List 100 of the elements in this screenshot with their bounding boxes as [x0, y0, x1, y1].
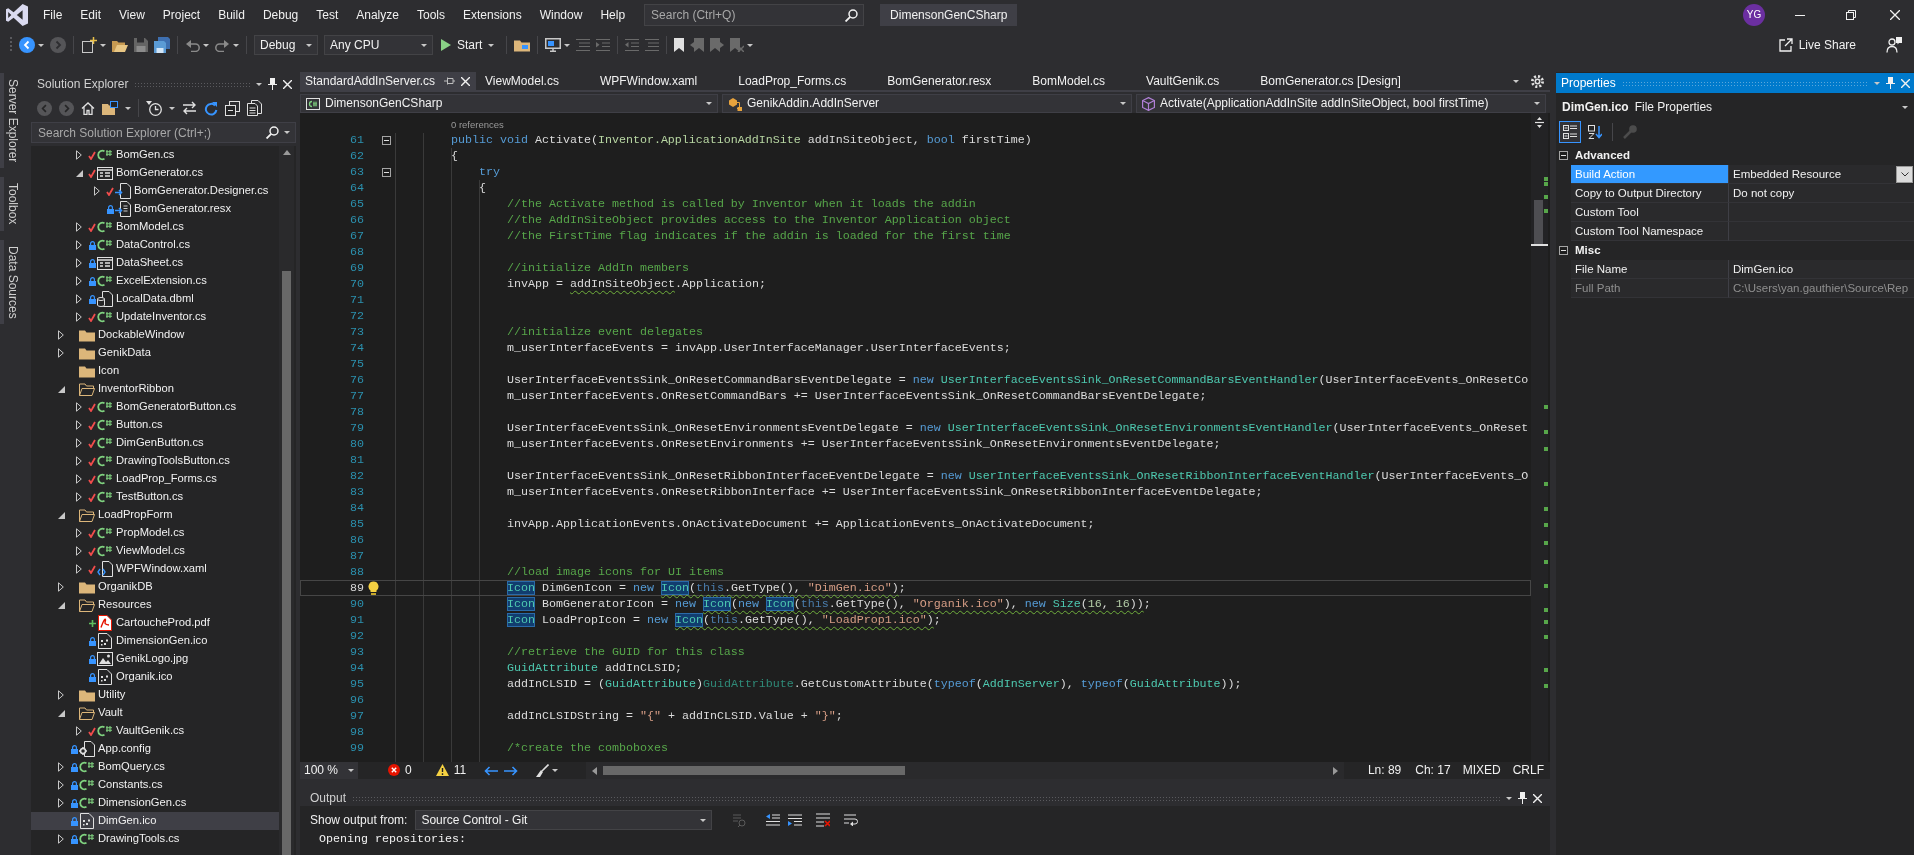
dropdown-caret-icon[interactable] — [1506, 796, 1512, 800]
undo-icon[interactable] — [185, 38, 200, 52]
next-message-icon[interactable] — [788, 814, 803, 826]
tree-item[interactable]: Vault — [31, 704, 279, 722]
expand-arrow-icon[interactable] — [76, 546, 82, 556]
side-tab[interactable]: Data Sources — [0, 239, 22, 325]
tree-item[interactable]: LoadProp_Forms.cs — [31, 470, 279, 488]
side-tab[interactable]: Server Explorer — [0, 73, 22, 169]
collapse-block-icon[interactable] — [1559, 246, 1568, 255]
indent-icon[interactable] — [596, 39, 611, 51]
collapse-block-icon[interactable] — [382, 167, 391, 177]
restore-icon[interactable] — [1846, 10, 1856, 20]
expand-arrow-icon[interactable] — [58, 690, 64, 700]
pin-icon[interactable] — [444, 77, 456, 85]
platform-dropdown[interactable]: Any CPU — [324, 35, 433, 55]
menu-item[interactable]: Help — [591, 7, 635, 23]
tree-item[interactable]: BomModel.cs — [31, 218, 279, 236]
tree-item[interactable]: DrawingTools.cs — [31, 830, 279, 848]
property-name[interactable]: Custom Tool Namespace — [1571, 222, 1729, 241]
tree-item[interactable]: PropModel.cs — [31, 524, 279, 542]
menu-item[interactable]: View — [110, 7, 154, 23]
user-avatar[interactable]: YG — [1743, 4, 1765, 26]
scroll-up-icon[interactable] — [282, 150, 291, 155]
scroll-right-icon[interactable] — [1332, 766, 1338, 775]
codelens-link[interactable]: 0 references — [451, 117, 504, 132]
tree-item[interactable]: InventorRibbon — [31, 380, 279, 398]
dropdown-caret-icon[interactable] — [100, 43, 106, 47]
pin-icon[interactable] — [268, 78, 277, 90]
horizontal-scrollbar[interactable] — [586, 762, 1344, 779]
dropdown-caret-icon[interactable] — [169, 106, 175, 110]
expand-arrow-icon[interactable] — [94, 186, 100, 196]
back-arrow-icon[interactable] — [484, 765, 499, 776]
collapse-block-icon[interactable] — [382, 135, 391, 145]
tree-item[interactable]: CartoucheProd.pdf — [31, 614, 279, 632]
lightbulb-icon[interactable] — [367, 581, 379, 595]
expand-arrow-icon[interactable] — [76, 438, 82, 448]
menu-item[interactable]: Test — [307, 7, 348, 23]
clock-filter-icon[interactable] — [146, 100, 162, 116]
expand-arrow-icon[interactable] — [76, 150, 82, 160]
tree-item[interactable]: TestButton.cs — [31, 488, 279, 506]
expand-arrow-icon[interactable] — [58, 762, 64, 772]
dropdown-caret-icon[interactable] — [38, 43, 44, 47]
tree-item[interactable]: Icon — [31, 362, 279, 380]
tree-item[interactable]: BomGenerator.Designer.cs — [31, 182, 279, 200]
search-icon[interactable] — [266, 126, 279, 139]
warning-count[interactable]: 11 — [453, 763, 467, 778]
tree-item[interactable]: LoadPropForm — [31, 506, 279, 524]
property-value-field[interactable]: DimGen.ico — [1729, 260, 1914, 279]
property-value-field[interactable] — [1729, 222, 1914, 241]
dropdown-button[interactable] — [1896, 166, 1913, 183]
navigation-dropdown[interactable]: GenikAddin.AddInServer — [722, 94, 1132, 113]
word-wrap-icon[interactable] — [844, 814, 859, 826]
search-icon[interactable] — [845, 8, 859, 22]
previous-message-icon[interactable] — [766, 814, 781, 826]
expand-arrow-icon[interactable] — [76, 420, 82, 430]
scrollbar-thumb[interactable] — [603, 766, 906, 775]
outdent-icon[interactable] — [625, 39, 640, 51]
clear-all-icon[interactable] — [816, 813, 831, 827]
document-tab[interactable]: BomGenerator.resx — [882, 72, 1028, 90]
menu-item[interactable]: Extensions — [454, 7, 531, 23]
expand-arrow-icon[interactable] — [58, 348, 64, 358]
error-count[interactable]: 0 — [405, 763, 412, 778]
zoom-dropdown[interactable]: 100 % — [300, 762, 358, 779]
collapse-block-icon[interactable] — [1559, 151, 1568, 160]
tree-item[interactable]: DimGenButton.cs — [31, 434, 279, 452]
collapse-arrow-icon[interactable] — [75, 169, 83, 177]
menu-item[interactable]: Analyze — [347, 7, 408, 23]
new-item-icon[interactable] — [81, 37, 97, 53]
line-endings-indicator[interactable]: CRLF — [1512, 763, 1544, 778]
search-field[interactable]: Search Solution Explorer (Ctrl+;) — [31, 122, 296, 143]
bookmark-arrow-icon[interactable] — [690, 38, 705, 52]
tree-item[interactable]: Organik.ico — [31, 668, 279, 686]
tree-item[interactable]: BomGenerator.cs — [31, 164, 279, 182]
expand-arrow-icon[interactable] — [76, 222, 82, 232]
minimize-icon[interactable] — [1795, 14, 1805, 16]
tree-item[interactable]: BomGeneratorButton.cs — [31, 398, 279, 416]
dropdown-caret-icon[interactable] — [125, 106, 131, 110]
expand-arrow-icon[interactable] — [58, 834, 64, 844]
document-tab[interactable]: StandardAddInServer.cs — [300, 72, 477, 90]
forward-arrow-icon[interactable] — [504, 765, 519, 776]
tree-item[interactable]: Constants.cs — [31, 776, 279, 794]
scrollbar[interactable] — [1531, 113, 1548, 762]
tree-item[interactable]: BomGen.cs — [31, 146, 279, 164]
switch-views-icon[interactable] — [102, 101, 118, 115]
open-folder-icon[interactable] — [112, 38, 128, 52]
save-icon[interactable] — [134, 38, 148, 52]
expand-arrow-icon[interactable] — [76, 312, 82, 322]
tree-item[interactable]: App.config — [31, 740, 279, 758]
expand-arrow-icon[interactable] — [76, 276, 82, 286]
expand-arrow-icon[interactable] — [58, 780, 64, 790]
split-handle-icon[interactable] — [1535, 117, 1544, 128]
tree-item[interactable]: BomQuery.cs — [31, 758, 279, 776]
tree-item[interactable]: Utility — [31, 686, 279, 704]
menu-item[interactable]: Project — [153, 7, 210, 23]
expand-arrow-icon[interactable] — [76, 474, 82, 484]
tree-item[interactable]: GenikLogo.jpg — [31, 650, 279, 668]
tree-item[interactable]: Button.cs — [31, 416, 279, 434]
expand-arrow-icon[interactable] — [58, 330, 64, 340]
close-icon[interactable] — [283, 79, 292, 89]
menu-item[interactable]: Tools — [407, 7, 454, 23]
